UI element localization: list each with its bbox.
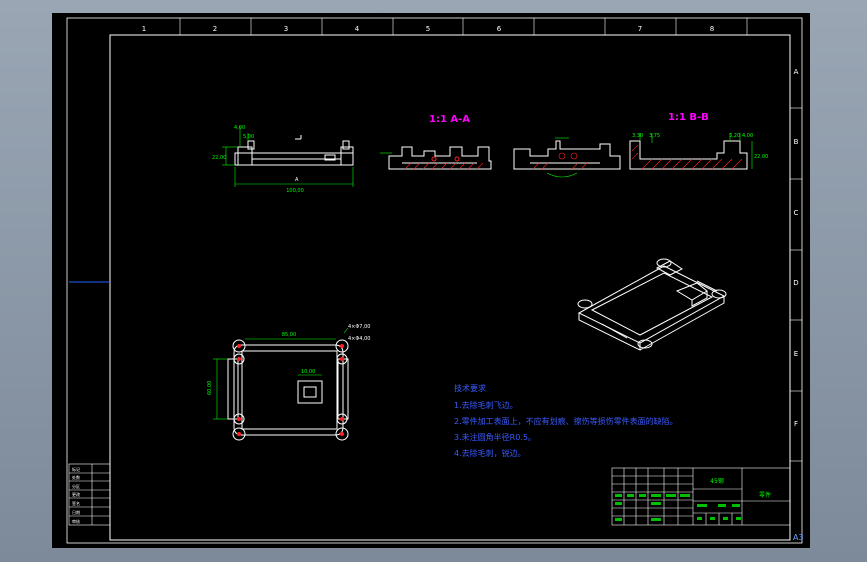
drawing-frame [109,34,791,541]
top-zone-ticks [179,18,748,35]
technical-notes: 技术要求 1.去除毛刺飞边。 2.零件加工表面上，不应有划痕、擦伤等损伤零件表面… [454,383,678,458]
front-height-dimension: 22,00 [212,155,226,161]
front-small-dimension: 5,00 [243,134,254,140]
section-a-hatching [404,162,484,170]
engineering-drawing: 1 2 3 4 5 6 7 8 A B C D E F A3 100,00 22… [66,17,804,544]
plan-width-dimension: 85,00 [282,332,296,338]
plan-view [227,344,349,436]
note-item: 3.未注圆角半径R0.5。 [454,432,536,442]
zone-number: 6 [497,25,502,33]
zone-number: 8 [710,25,714,33]
plan-hole-note: 4×Φ7,00 [348,324,370,330]
revision-cell: 签名 [72,500,80,506]
plan-height-dimension: 60,00 [207,381,213,395]
section-b-height-dimension: 22,00 [754,154,768,160]
zone-letter: E [794,350,798,358]
zone-number: 4 [355,25,360,33]
section-b-dimension: 3,75 [649,133,660,139]
top-zone-labels: 1 2 3 4 5 6 7 8 [142,25,714,33]
zone-letter: A [794,68,799,76]
note-item: 4.去除毛刺，锐边。 [454,448,526,458]
section-b-hatching [631,144,743,170]
part-name: 零件 [759,491,771,499]
section-b-dimension: 3,30 [632,133,643,139]
zone-number: 3 [284,25,288,33]
section-b-view [629,140,748,170]
section-a-title: 1:1 A-A [429,114,470,125]
revision-cell: 更改 [72,491,80,497]
section-a-left-fragment [388,146,492,170]
front-small-dimension: 4,00 [234,125,245,131]
zone-letter: F [794,420,798,428]
outer-frame [66,17,803,544]
zone-number: 5 [426,25,430,33]
plan-view-hole-centers [237,344,344,436]
zone-letter: D [793,279,798,287]
section-b-title: 1:1 B-B [668,112,709,123]
zone-number: 2 [213,25,217,33]
drawing-code: 45钢 [710,477,724,485]
section-b-dimension: 3,20 [729,133,740,139]
right-zone-labels: A B C D E F [793,68,798,428]
note-item: 2.零件加工表面上，不应有划痕、擦伤等损伤零件表面的缺陷。 [454,416,678,426]
plan-view-holes [232,339,349,441]
zone-letter: B [794,138,799,146]
sheet-size-label: A3 [793,533,804,542]
isometric-view [577,258,727,351]
plan-view-dims [213,327,349,420]
zone-letter: C [794,209,799,217]
revision-cell: 处数 [72,474,80,480]
section-a-right-fragment [513,140,621,170]
note-item: 1.去除毛刺飞边。 [454,400,518,410]
plan-hole-note: 4×Φ4,00 [348,336,370,342]
revision-cell: 分区 [72,483,80,489]
revision-cell: 日期 [72,509,80,515]
zone-number: 1 [142,25,146,33]
front-view-dims [222,126,354,187]
plan-inner-dimension: 10,00 [301,369,315,375]
section-a-detail [546,137,578,178]
revision-cell: 审核 [72,518,80,524]
zone-number: 7 [638,25,642,33]
section-b-dimension: 4,00 [742,133,753,139]
notes-heading: 技术要求 [454,383,486,393]
cad-viewport[interactable]: 1 2 3 4 5 6 7 8 A B C D E F A3 100,00 22… [52,13,810,548]
section-marker: A [295,177,299,183]
revision-cell: 标记 [72,466,80,472]
front-width-dimension: 100,00 [286,188,304,194]
